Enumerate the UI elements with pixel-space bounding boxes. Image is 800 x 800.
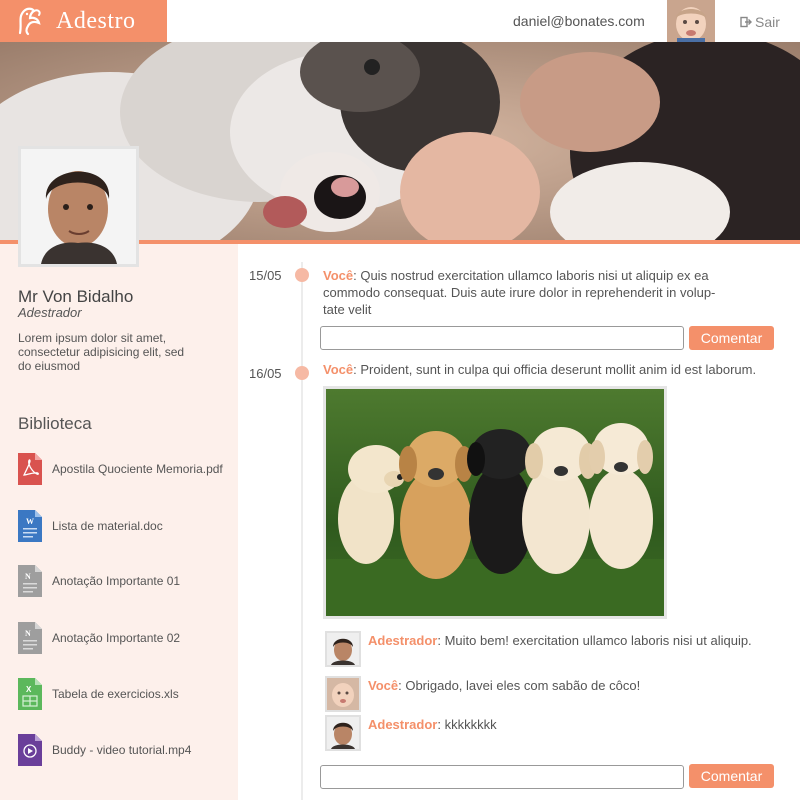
- comment-button[interactable]: Comentar: [689, 764, 774, 788]
- comment-input[interactable]: [320, 326, 684, 350]
- post-1: Você: Quis nostrud exercitation ullamco …: [323, 267, 763, 318]
- svg-text:N: N: [25, 572, 31, 581]
- library-item-note-01[interactable]: N Anotação Importante 01: [18, 565, 180, 597]
- trainer-role: Adestrador: [18, 305, 82, 320]
- pdf-file-icon: [18, 453, 42, 485]
- app-name: Adestro: [56, 7, 136, 34]
- library-item-xls[interactable]: X Tabela de exercicios.xls: [18, 678, 179, 710]
- reply-content: Adestrador: kkkkkkkk: [368, 715, 497, 751]
- svg-text:N: N: [25, 629, 31, 638]
- reply-author[interactable]: Adestrador: [368, 717, 437, 732]
- library-item-note-02[interactable]: N Anotação Importante 02: [18, 622, 180, 654]
- reply-author[interactable]: Você: [368, 678, 398, 693]
- library-item-label: Anotação Importante 01: [52, 574, 181, 588]
- post-date: 15/05: [249, 268, 282, 283]
- comment-button[interactable]: Comentar: [689, 326, 774, 350]
- reply-content: Você: Obrigado, lavei eles com sabão de …: [368, 676, 640, 712]
- post-author[interactable]: Você: [323, 268, 353, 283]
- reply-item: Você: Obrigado, lavei eles com sabão de …: [325, 676, 640, 712]
- library-item-label: Anotação Importante 02: [52, 631, 181, 645]
- logout-button[interactable]: Sair: [740, 14, 780, 30]
- reply-text: : Obrigado, lavei eles com sabão de côco…: [398, 678, 641, 693]
- trainer-bio: Lorem ipsum dolor sit amet, consectetur …: [18, 331, 185, 373]
- app-logo[interactable]: Adestro: [0, 0, 167, 42]
- user-avatar[interactable]: [667, 0, 715, 42]
- trainer-profile-photo[interactable]: [18, 146, 139, 267]
- note-file-icon: N: [18, 565, 42, 597]
- post-text-line-2: commodo consequat. Duis aute irure dolor…: [323, 285, 716, 300]
- library-item-pdf[interactable]: Apostila Quociente Memoria.pdf: [18, 453, 223, 485]
- reply-content: Adestrador: Muito bem! exercitation ulla…: [368, 631, 752, 667]
- excel-file-icon: X: [18, 678, 42, 710]
- post-photo-puppies[interactable]: [323, 386, 667, 619]
- library-item-label: Tabela de exercicios.xls: [52, 687, 179, 701]
- reply-text: : kkkkkkkk: [437, 717, 497, 732]
- post-author[interactable]: Você: [323, 362, 353, 377]
- logout-label: Sair: [755, 14, 780, 30]
- top-bar: Adestro daniel@bonates.com Sair: [0, 0, 800, 42]
- trainer-avatar[interactable]: [325, 631, 361, 667]
- reply-author[interactable]: Adestrador: [368, 633, 437, 648]
- trainer-name: Mr Von Bidalho: [18, 287, 134, 306]
- logout-icon: [740, 16, 752, 28]
- dog-logo-icon: [18, 7, 41, 36]
- reply-text: : Muito bem! exercitation ullamco labori…: [437, 633, 752, 648]
- library-item-label: Lista de material.doc: [52, 519, 163, 533]
- library-item-video[interactable]: Buddy - video tutorial.mp4: [18, 734, 191, 766]
- user-avatar[interactable]: [325, 676, 361, 712]
- post-text-line-1: : Quis nostrud exercitation ullamco labo…: [353, 268, 709, 283]
- reply-item: Adestrador: Muito bem! exercitation ulla…: [325, 631, 752, 667]
- post-text: : Proident, sunt in culpa qui officia de…: [353, 362, 757, 377]
- video-file-icon: [18, 734, 42, 766]
- svg-text:W: W: [26, 517, 34, 526]
- comment-input[interactable]: [320, 765, 684, 789]
- trainer-avatar[interactable]: [325, 715, 361, 751]
- reply-item: Adestrador: kkkkkkkk: [325, 715, 497, 751]
- library-item-label: Apostila Quociente Memoria.pdf: [52, 462, 223, 476]
- library-title: Biblioteca: [18, 414, 92, 433]
- timeline-line: [301, 262, 303, 800]
- post-2: Você: Proident, sunt in culpa qui offici…: [323, 361, 798, 378]
- word-file-icon: W: [18, 510, 42, 542]
- timeline-dot: [295, 366, 309, 380]
- post-date: 16/05: [249, 366, 282, 381]
- library-item-doc[interactable]: W Lista de material.doc: [18, 510, 163, 542]
- library-item-label: Buddy - video tutorial.mp4: [52, 743, 192, 757]
- post-text-line-3: tate velit: [323, 302, 372, 317]
- user-email[interactable]: daniel@bonates.com: [513, 13, 645, 29]
- note-file-icon: N: [18, 622, 42, 654]
- timeline-dot: [295, 268, 309, 282]
- svg-text:X: X: [26, 685, 32, 694]
